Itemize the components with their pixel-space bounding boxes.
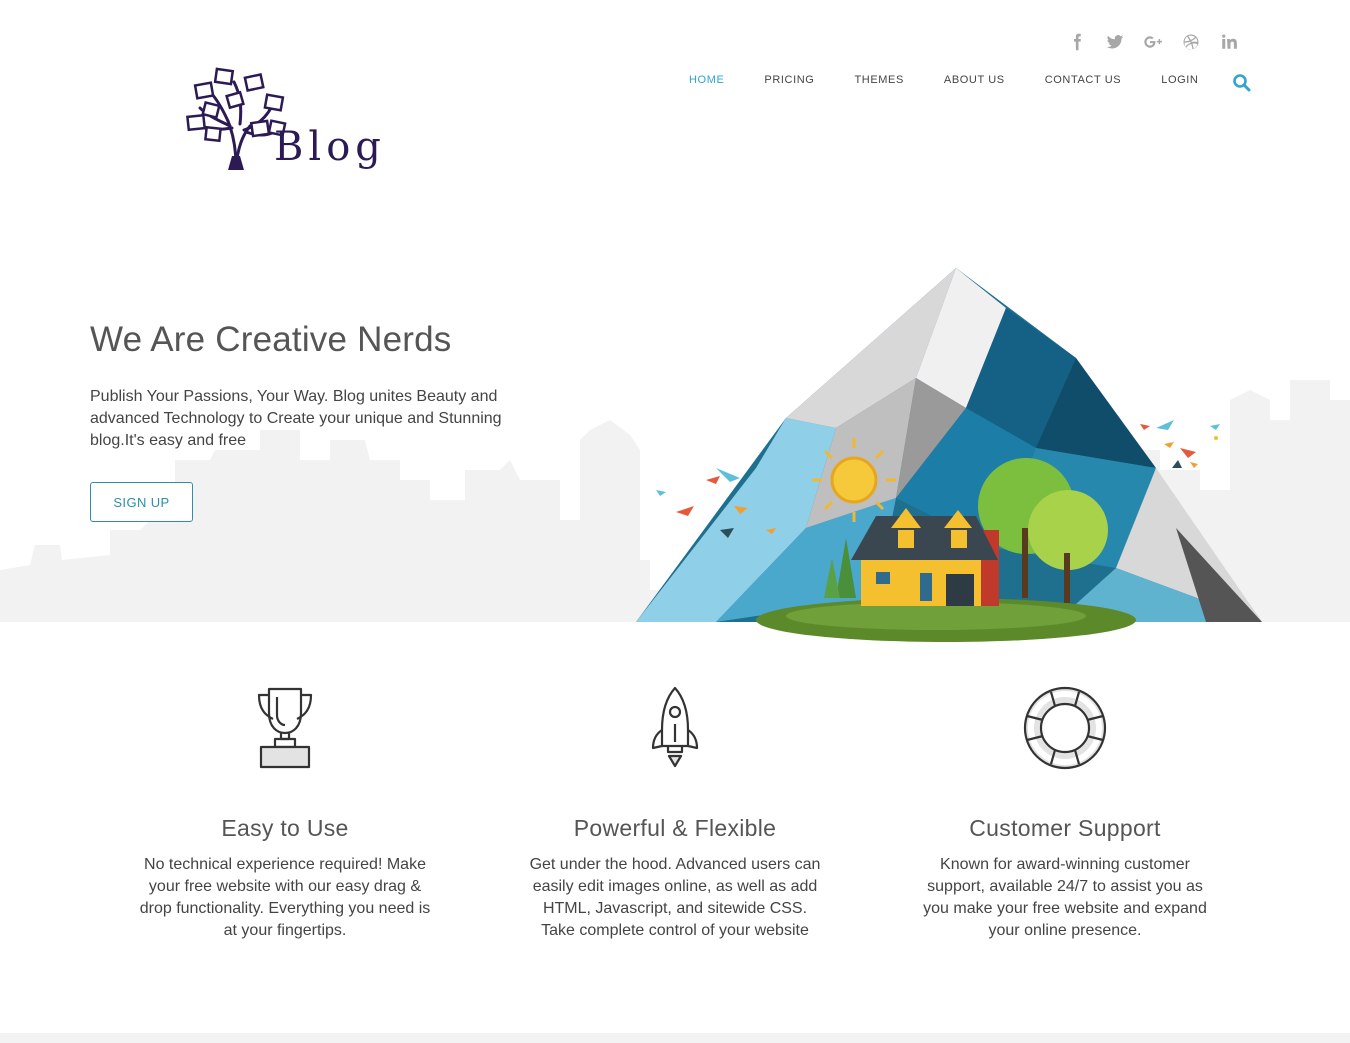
hero-subtitle: Publish Your Passions, Your Way. Blog un… bbox=[90, 388, 502, 449]
hero-title: We Are Creative Nerds bbox=[90, 320, 452, 359]
sign-up-button[interactable]: SIGN UP bbox=[90, 482, 193, 522]
nav-item-themes[interactable]: THEMES bbox=[854, 74, 903, 86]
next-section-edge bbox=[0, 1033, 1350, 1043]
feature-title: Powerful & Flexible bbox=[573, 815, 777, 841]
brand-name: Blog bbox=[274, 124, 386, 170]
mountain-house-illustration bbox=[636, 268, 1262, 642]
dribbble-icon[interactable] bbox=[1172, 30, 1210, 54]
nav-item-pricing[interactable]: PRICING bbox=[764, 74, 814, 86]
feature-powerful-flexible: Powerful & Flexible Get under the hood. … bbox=[510, 680, 840, 942]
feature-title: Customer Support bbox=[969, 815, 1161, 841]
linkedin-icon[interactable] bbox=[1210, 30, 1248, 54]
facebook-icon[interactable] bbox=[1058, 30, 1096, 54]
nav-item-home[interactable]: HOME bbox=[689, 74, 724, 86]
feature-text: Get under the hood. Advanced users can e… bbox=[529, 856, 821, 939]
rocket-icon bbox=[651, 686, 699, 767]
nav-item-about-us[interactable]: ABOUT US bbox=[944, 74, 1005, 86]
lifebuoy-icon bbox=[1023, 686, 1107, 769]
feature-text: Known for award-winning customer support… bbox=[923, 856, 1207, 939]
trophy-icon bbox=[257, 687, 313, 768]
feature-title: Easy to Use bbox=[221, 815, 349, 841]
feature-easy-to-use: Easy to Use No technical experience requ… bbox=[120, 680, 450, 942]
twitter-icon[interactable] bbox=[1096, 30, 1134, 54]
feature-customer-support: Customer Support Known for award-winning… bbox=[900, 680, 1230, 942]
nav-item-contact-us[interactable]: CONTACT US bbox=[1045, 74, 1122, 86]
google-plus-icon[interactable] bbox=[1134, 30, 1172, 54]
search-icon[interactable] bbox=[1232, 73, 1252, 93]
feature-text: No technical experience required! Make y… bbox=[139, 856, 431, 939]
social-links bbox=[1058, 30, 1248, 54]
nav-item-login[interactable]: LOGIN bbox=[1161, 74, 1198, 86]
main-nav: HOME PRICING THEMES ABOUT US CONTACT US … bbox=[689, 74, 1238, 86]
